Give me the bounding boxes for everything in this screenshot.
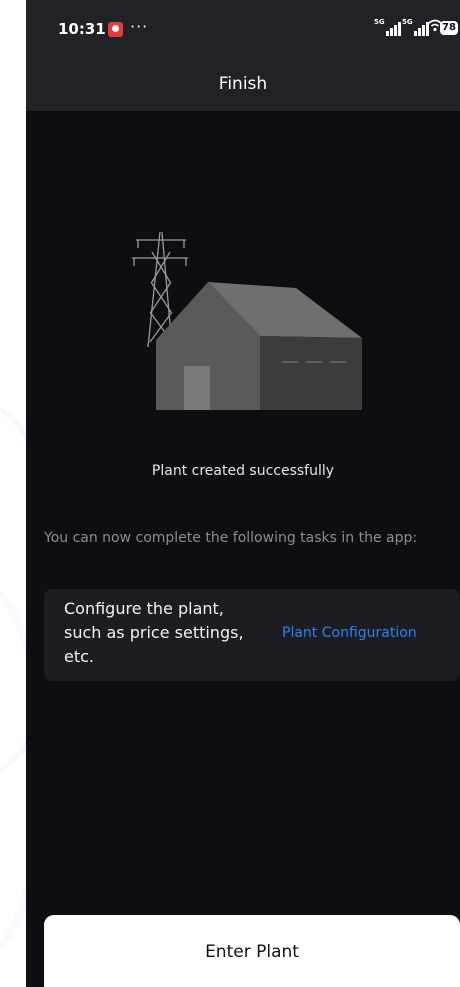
app-notification-icon xyxy=(108,22,123,37)
top-nav-bar: Finish xyxy=(26,60,460,111)
plant-configuration-link[interactable]: Plant Configuration xyxy=(282,625,417,641)
tasks-intro-text: You can now complete the following tasks… xyxy=(44,530,418,546)
enter-plant-button[interactable]: Enter Plant xyxy=(44,915,460,987)
status-bar: 10:31 ··· 5G 5G 78 xyxy=(26,0,460,60)
task-description: Configure the plant, such as price setti… xyxy=(64,599,244,666)
task-card: Configure the plant, such as price setti… xyxy=(44,589,460,681)
app-screen: 10:31 ··· 5G 5G 78 Finish Plant created … xyxy=(26,0,460,987)
success-message: Plant created successfully xyxy=(151,463,335,479)
signal-5g-icon: 5G xyxy=(374,18,402,36)
signal-5g-icon: 5G xyxy=(402,18,430,36)
battery-icon: 78 xyxy=(440,21,458,35)
status-time: 10:31 xyxy=(58,20,106,38)
power-plant-house-icon xyxy=(132,231,362,410)
more-notifications-indicator: ··· xyxy=(130,17,149,36)
page-title: Finish xyxy=(218,74,268,94)
